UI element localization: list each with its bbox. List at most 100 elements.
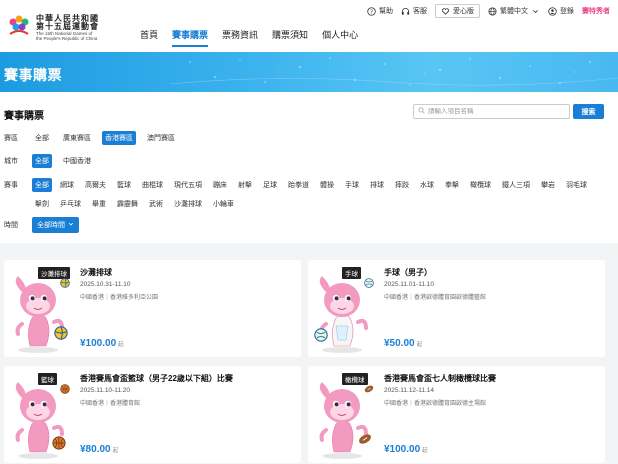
event-chip[interactable]: 籃球 [114, 178, 134, 192]
brand-link[interactable]: 賽特秀者 [582, 6, 610, 16]
event-price: ¥100.00 起 [80, 338, 124, 349]
event-chip[interactable]: 排球 [367, 178, 387, 192]
price-value: ¥100.00 [384, 444, 421, 455]
user-circle-icon [548, 6, 557, 16]
event-chip[interactable]: 橄欖球 [467, 178, 494, 192]
event-chip[interactable]: 現代五項 [171, 178, 205, 192]
volleyball-icon [60, 278, 70, 288]
care-mode-button[interactable]: 愛心版 [435, 4, 480, 18]
event-chip[interactable]: 攀岩 [538, 178, 558, 192]
section-title: 賽事購票 [4, 111, 44, 122]
event-name[interactable]: 香港賽馬會盃七人制橄欖球比賽 [384, 373, 496, 384]
event-date: 2025.10.31-11.10 [80, 281, 131, 288]
help-link[interactable]: ? 幫助 [367, 6, 393, 16]
headset-icon [401, 7, 410, 16]
nav-personal-center[interactable]: 個人中心 [322, 28, 358, 45]
event-name[interactable]: 手球（男子） [384, 267, 432, 278]
main-nav: 首頁 賽事購票 票務資訊 購票須知 個人中心 [140, 28, 358, 47]
customer-service-link[interactable]: 客服 [401, 6, 427, 16]
event-chip[interactable]: 摔跤 [392, 178, 412, 192]
event-chip[interactable]: 體操 [317, 178, 337, 192]
event-chip[interactable]: 水球 [417, 178, 437, 192]
price-unit: 起 [422, 448, 428, 454]
heart-hand-icon [441, 7, 450, 16]
search-box [413, 104, 570, 119]
event-filter: 賽事 全部 網球 高爾夫 籃球 曲棍球 現代五項 蹦床 射擊 足球 跆拳道 體操 手球 排球 摔跤 水球 拳擊… [4, 178, 602, 211]
utility-bar: ? 幫助 客服 愛心版 繁體中文 登錄 賽特秀者 [367, 4, 610, 18]
event-card[interactable]: 籃球 香港賽馬會盃籃球（男子22歲以下組）比賽 2025.11.10-11.20 中國… [4, 366, 301, 463]
banner-pattern [170, 57, 618, 86]
time-label: 時間 [4, 222, 18, 229]
event-chip[interactable]: 乒乓球 [57, 197, 84, 211]
svg-text:?: ? [370, 9, 373, 15]
price-value: ¥80.00 [80, 444, 111, 455]
nav-tickets[interactable]: 賽事購票 [172, 28, 209, 47]
nav-ticket-info[interactable]: 票務資訊 [222, 28, 258, 45]
event-name[interactable]: 香港賽馬會盃籃球（男子22歲以下組）比賽 [80, 373, 233, 384]
city-chip-hongkong[interactable]: 中國香港 [60, 154, 94, 168]
event-chip[interactable]: 武術 [146, 197, 166, 211]
event-name[interactable]: 沙灘排球 [80, 267, 112, 278]
chevron-down-icon [68, 221, 74, 229]
event-chip[interactable]: 蹦床 [210, 178, 230, 192]
nav-home[interactable]: 首頁 [140, 28, 158, 45]
time-dropdown[interactable]: 全部時間 [32, 217, 79, 233]
event-chip[interactable]: 小輪車 [210, 197, 237, 211]
event-chip[interactable]: 拳擊 [442, 178, 462, 192]
login-link[interactable]: 登錄 [548, 6, 574, 16]
games-emblem-icon [9, 15, 29, 35]
event-card[interactable]: 橄欖球 香港賽馬會盃七人制橄欖球比賽 2025.11.12-11.14 中國香港｜香港… [308, 366, 605, 463]
price-unit: 起 [416, 342, 423, 348]
event-chip[interactable]: 手球 [342, 178, 362, 192]
event-price: ¥50.00 起 [384, 338, 422, 349]
sport-tag: 籃球 [38, 373, 57, 385]
event-date: 2025.11.12-11.14 [384, 387, 434, 394]
city-filter: 城市 全部 中國香港 [4, 154, 94, 168]
price-unit: 起 [112, 448, 119, 454]
event-chip[interactable]: 羽毛球 [563, 178, 590, 192]
city-chip-all[interactable]: 全部 [32, 154, 52, 168]
event-chip[interactable]: 舉重 [89, 197, 109, 211]
chevron-down-icon [531, 7, 540, 16]
event-card[interactable]: 沙灘排球 沙灘排球 2025.10.31-11.10 中國香港｜香港維多利亞公園 ¥10… [4, 260, 301, 357]
search-input[interactable] [428, 108, 568, 115]
region-chip-guangdong[interactable]: 廣東賽區 [60, 131, 94, 145]
event-chip[interactable]: 沙灘排球 [171, 197, 205, 211]
help-label: 幫助 [379, 8, 393, 15]
rugby-icon [364, 384, 374, 394]
price-unit: 起 [118, 342, 124, 348]
region-chip-macau[interactable]: 澳門賽區 [144, 131, 178, 145]
question-circle-icon: ? [367, 6, 376, 16]
globe-icon [488, 6, 497, 16]
event-chip[interactable]: 高爾夫 [82, 178, 109, 192]
region-chip-hongkong[interactable]: 香港賽區 [102, 131, 136, 145]
event-chip[interactable]: 全部 [32, 178, 52, 192]
language-selector[interactable]: 繁體中文 [488, 6, 540, 16]
event-chip[interactable]: 擊劍 [32, 197, 52, 211]
event-card[interactable]: 手球 手球（男子） 2025.11.01-11.10 中國香港｜香港啟德體育園啟德體藝… [308, 260, 605, 357]
care-label: 愛心版 [453, 8, 474, 15]
event-chip[interactable]: 曲棍球 [139, 178, 166, 192]
event-label: 賽事 [4, 182, 18, 189]
event-chip[interactable]: 網球 [57, 178, 77, 192]
search-button[interactable]: 搜索 [573, 104, 604, 119]
region-chip-all[interactable]: 全部 [32, 131, 52, 145]
time-dropdown-value: 全部時間 [37, 222, 65, 229]
event-chip[interactable]: 霹靂舞 [114, 197, 141, 211]
region-label: 賽區 [4, 135, 18, 142]
service-label: 客服 [413, 8, 427, 15]
nav-purchase-notes[interactable]: 購票須知 [272, 28, 308, 45]
search-icon [418, 107, 425, 116]
city-label: 城市 [4, 158, 18, 165]
games-logo[interactable]: 中華人民共和國 第十五屆運動會 The 15th National Games … [4, 10, 136, 48]
event-chip[interactable]: 跆拳道 [285, 178, 312, 192]
event-date: 2025.11.01-11.10 [384, 281, 434, 288]
price-value: ¥50.00 [384, 338, 415, 349]
event-chip[interactable]: 足球 [260, 178, 280, 192]
event-price: ¥100.00 起 [384, 444, 428, 455]
event-chip[interactable]: 鐵人三項 [499, 178, 533, 192]
price-value: ¥100.00 [80, 338, 117, 349]
event-price: ¥80.00 起 [80, 444, 118, 455]
event-card-grid: 沙灘排球 沙灘排球 2025.10.31-11.10 中國香港｜香港維多利亞公園 ¥10… [0, 243, 618, 464]
event-chip[interactable]: 射擊 [235, 178, 255, 192]
